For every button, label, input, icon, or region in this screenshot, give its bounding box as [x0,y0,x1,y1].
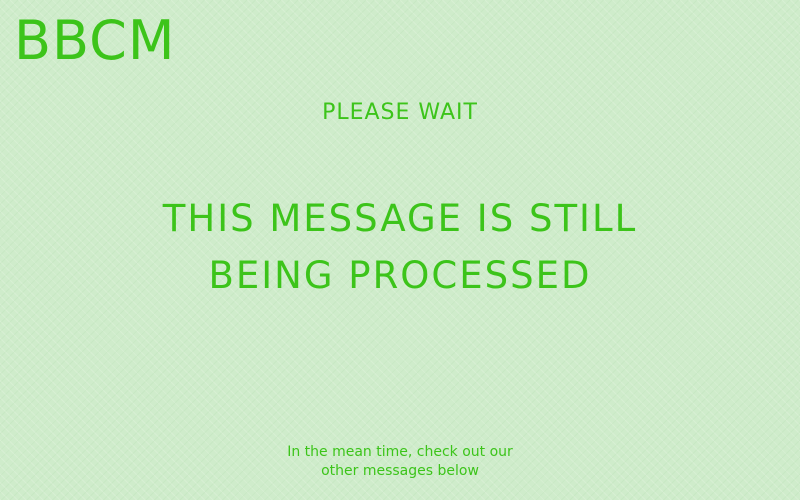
site-logo[interactable]: BBCM [14,8,175,74]
other-messages-note-line-2: other messages below [321,463,479,479]
other-messages-note-line-1: In the mean time, check out our [287,444,513,460]
processing-message-line-2: BEING PROCESSED [208,254,592,297]
processing-message-line-1: THIS MESSAGE IS STILL [162,197,638,240]
please-wait-label: PLEASE WAIT [322,100,478,125]
page: { "logo": { "text": "BBCM" }, "status": … [0,0,800,500]
other-messages-note: In the mean time, check out our other me… [0,443,800,481]
processing-message: THIS MESSAGE IS STILL BEING PROCESSED [0,190,800,304]
